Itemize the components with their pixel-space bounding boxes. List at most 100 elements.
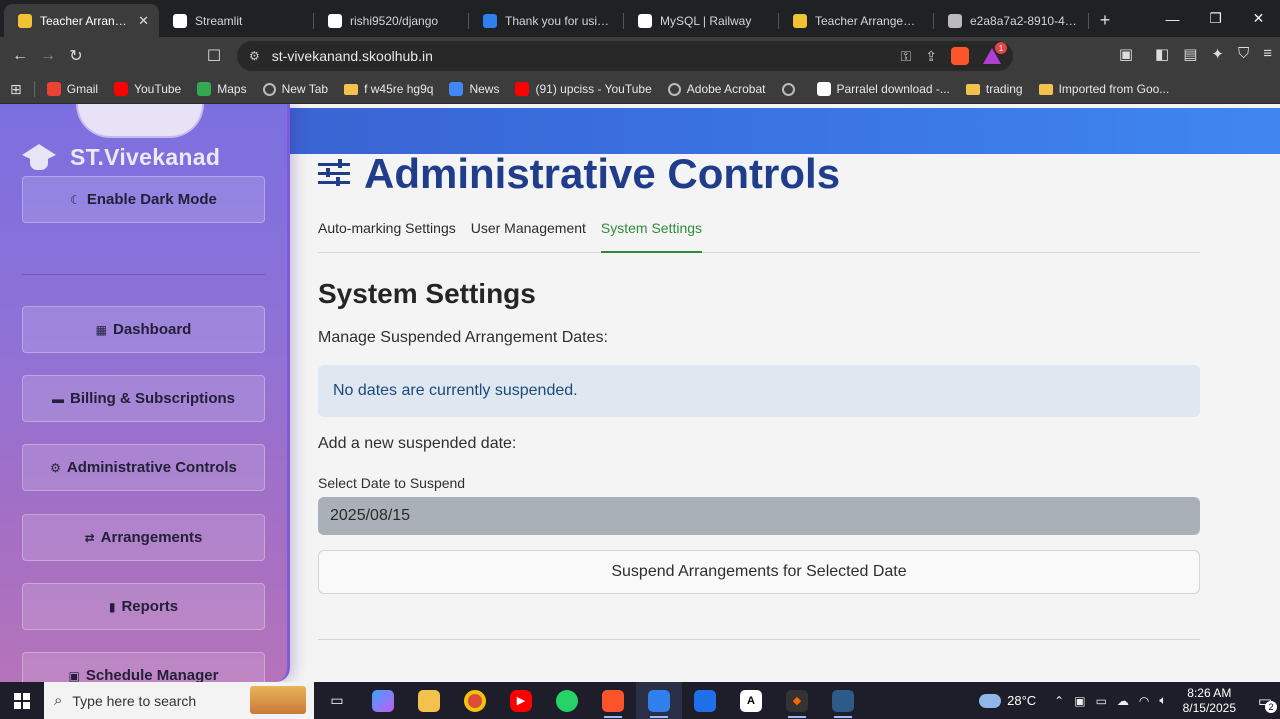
url-text[interactable]: st-vivekanand.skoolhub.in — [272, 48, 887, 64]
volume-icon[interactable]: 🔈︎ — [1159, 693, 1166, 708]
bookmark-item[interactable]: Adobe Acrobat — [667, 82, 766, 96]
wifi-icon[interactable]: ◠ — [1139, 694, 1149, 708]
omnibox[interactable]: ⚙ st-vivekanand.skoolhub.in ⚿ ⇪ 1 — [237, 41, 1013, 71]
bookmark-item[interactable]: New Tab — [262, 82, 329, 96]
browser-tab-title: e2a8a7a2-8910-413e — [970, 13, 1079, 28]
browser-tab[interactable]: Teacher Arrangem ✕ — [4, 4, 159, 37]
browser-tab[interactable]: Thank you for using M — [469, 4, 624, 37]
new-tab-button[interactable]: + — [1089, 4, 1121, 37]
meet-icon[interactable]: ▣ — [1074, 694, 1085, 708]
apps-grid-icon[interactable]: ⊞ — [10, 81, 22, 98]
whatsapp-icon[interactable] — [544, 682, 590, 719]
tab-auto-marking-settings[interactable]: Auto-marking Settings — [318, 220, 456, 253]
bookmark-label: Maps — [217, 82, 247, 96]
bookmark-item[interactable]: Gmail — [46, 82, 98, 96]
address-bar-row: ← → ↻ ☐ ⚙ st-vivekanand.skoolhub.in ⚿ ⇪ … — [0, 37, 1280, 75]
wallet-icon[interactable]: ▤ — [1183, 45, 1197, 63]
forward-icon[interactable]: → — [34, 47, 62, 65]
start-button[interactable] — [0, 682, 44, 719]
browser-tab-title: Teacher Arrangement — [815, 13, 924, 28]
sidebar-item-billing-subscriptions[interactable]: ▬ Billing & Subscriptions — [22, 375, 265, 422]
sidebar-item-schedule-manager[interactable]: ▣ Schedule Manager — [22, 652, 265, 682]
brave-taskbar-icon[interactable] — [590, 682, 636, 719]
browser-tab[interactable]: rishi9520/django — [314, 4, 469, 37]
notification-icon[interactable]: ▭ 2 — [1250, 682, 1280, 719]
file-explorer-icon[interactable] — [406, 682, 452, 719]
taskbar-search[interactable]: ⌕ Type here to search — [44, 682, 314, 719]
bookmark-label: (91) upciss - YouTube — [535, 82, 652, 96]
tab-system-settings[interactable]: System Settings — [600, 220, 703, 253]
youtube-icon — [114, 82, 129, 96]
dark-mode-button[interactable]: ☾ Enable Dark Mode — [22, 176, 265, 223]
browser-tab-bar: Teacher Arrangem ✕ Streamlit rishi9520/djan… — [0, 0, 1280, 37]
dark-app-icon[interactable]: ◆ — [774, 682, 820, 719]
dark-mode-label: Enable Dark Mode — [86, 191, 217, 208]
close-window-button[interactable]: ✕ — [1237, 0, 1280, 37]
copilot-icon[interactable] — [360, 682, 406, 719]
sidebar-item-reports[interactable]: ▮ Reports — [22, 583, 265, 630]
bookmark-label: New Tab — [281, 82, 329, 96]
menu-icon[interactable]: ≡ — [1263, 45, 1272, 63]
bookmark-item[interactable]: trading — [965, 82, 1023, 96]
sidebar-item-arrangements[interactable]: ⇄ Arrangements — [22, 514, 265, 561]
sidebar-item-label: Schedule Manager — [85, 667, 219, 682]
back-icon[interactable]: ← — [6, 47, 34, 65]
bookmark-item[interactable]: YouTube — [114, 82, 181, 96]
weather-widget[interactable]: 28°C — [979, 693, 1036, 708]
restore-button[interactable]: ❐ — [1194, 0, 1237, 37]
bookmark-label: f w45re hg9q — [364, 82, 434, 96]
chrome-icon[interactable] — [452, 682, 498, 719]
browser-tab[interactable]: Teacher Arrangement — [779, 4, 934, 37]
date-input[interactable]: 2025/08/15 — [318, 497, 1200, 535]
password-key-icon[interactable]: ⚿ — [901, 48, 912, 65]
sidebar-item-dashboard[interactable]: ▦ Dashboard — [22, 306, 265, 353]
clock[interactable]: 8:26 AM 8/15/2025 — [1183, 686, 1236, 716]
bookmark-icon[interactable]: ☐ — [200, 46, 228, 66]
bookmark-item[interactable]: f w45re hg9q — [344, 82, 433, 96]
site-info-icon[interactable]: ⚙ — [249, 49, 260, 63]
bookmark-item[interactable]: News — [449, 82, 499, 96]
browser-tab[interactable]: MySQL | Railway — [624, 4, 779, 37]
vpn-shield-icon[interactable]: ⛉ — [1238, 45, 1249, 63]
system-tray: 28°C ⌃ ▣ ▭ ☁ ◠ 🔈︎ 8:26 AM 8/15/2025 ▭ 2 — [979, 682, 1280, 719]
bookmark-item[interactable]: Parralel download -... — [816, 82, 950, 96]
battery-icon[interactable]: ▭ — [1096, 694, 1107, 708]
vscode-taskbar-icon[interactable] — [636, 682, 682, 719]
reload-icon[interactable]: ↻ — [62, 46, 90, 66]
windows-logo-icon — [14, 692, 30, 709]
bookmark-item[interactable]: Imported from Goo... — [1038, 82, 1169, 96]
admin-gear-icon: ⚙ — [50, 460, 61, 475]
browser-tab[interactable]: e2a8a7a2-8910-413e — [934, 4, 1089, 37]
a-app-icon[interactable]: A — [728, 682, 774, 719]
brand-name: ST.Vivekanad — [70, 143, 221, 170]
globe-icon — [262, 82, 276, 96]
reader-mode-icon[interactable]: ▣ — [1119, 45, 1133, 63]
task-view-icon[interactable]: ▭ — [314, 682, 360, 719]
info-alert-text: No dates are currently suspended. — [333, 382, 578, 399]
minimize-button[interactable]: — — [1151, 0, 1194, 37]
share-icon[interactable]: ⇪ — [925, 48, 937, 65]
school-logo — [76, 104, 204, 138]
browser-tab[interactable]: Streamlit — [159, 4, 314, 37]
brave-rewards-icon[interactable]: 1 — [983, 42, 1007, 64]
sidebar-toggle-icon[interactable]: ◧ — [1155, 45, 1169, 63]
bookmark-item[interactable]: (91) upciss - YouTube — [515, 82, 652, 96]
brave-shields-icon[interactable] — [951, 47, 969, 65]
onedrive-icon[interactable]: ☁ — [1117, 694, 1129, 708]
browser-tab-title: Teacher Arrangem — [40, 13, 131, 28]
suspend-button[interactable]: Suspend Arrangements for Selected Date — [318, 550, 1200, 594]
chevron-up-icon[interactable]: ⌃ — [1054, 694, 1064, 708]
moon-icon: ☾ — [70, 192, 81, 207]
butterfly-app-icon[interactable] — [682, 682, 728, 719]
tab-user-management[interactable]: User Management — [471, 220, 586, 253]
bookmark-item[interactable]: Maps — [197, 82, 247, 96]
globe-icon — [948, 13, 962, 28]
bookmark-item[interactable] — [781, 82, 801, 96]
leo-ai-icon[interactable]: ✦ — [1211, 45, 1224, 63]
sidebar-item-administrative-controls[interactable]: ⚙ Administrative Controls — [22, 444, 265, 491]
search-highlight-image — [250, 686, 306, 714]
mysql-workbench-icon[interactable] — [820, 682, 866, 719]
grid-icon: ▦ — [95, 322, 107, 337]
close-tab-icon[interactable]: ✕ — [138, 13, 149, 29]
youtube-app-icon[interactable]: ▶ — [498, 682, 544, 719]
